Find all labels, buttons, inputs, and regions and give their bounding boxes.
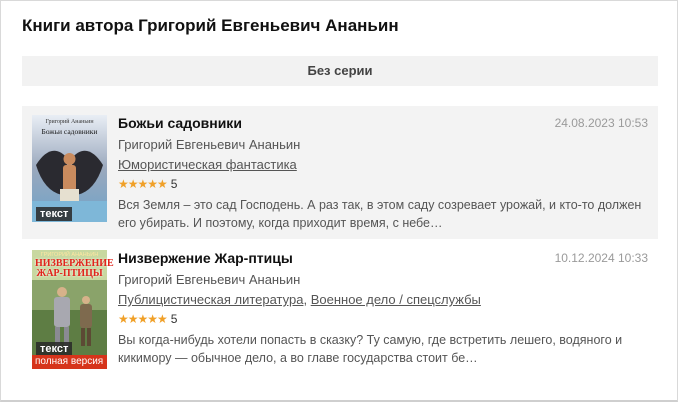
book-cover[interactable]: ГРИГОРИЙ АНАНЬИН НИЗВЕРЖЕНИЕ ЖАР-ПТИЦЫ т… xyxy=(32,250,114,369)
genre-list: Публицистическая литература, Военное дел… xyxy=(118,292,481,307)
book-card: ГРИГОРИЙ АНАНЬИН НИЗВЕРЖЕНИЕ ЖАР-ПТИЦЫ т… xyxy=(22,241,658,377)
page-frame: Книги автора Григорий Евгеньевич Ананьин… xyxy=(0,0,678,402)
book-date: 10.12.2024 10:33 xyxy=(554,251,648,265)
book-cover[interactable]: Григорий Ананьин Божьи садовники текст xyxy=(32,115,107,222)
genre-separator: , xyxy=(303,292,308,307)
book-author[interactable]: Григорий Евгеньевич Ананьин xyxy=(118,137,300,152)
rating-stars-icon: ★★★★★ xyxy=(118,312,168,326)
book-card: Григорий Ананьин Божьи садовники текст Б… xyxy=(22,106,658,239)
cover-author-line: Григорий Ананьин xyxy=(45,119,94,125)
genre-link[interactable]: Юмористическая фантастика xyxy=(118,157,297,172)
book-title-link[interactable]: Божьи садовники xyxy=(118,115,242,131)
text-format-badge: текст xyxy=(36,342,73,356)
genre-list: Юмористическая фантастика xyxy=(118,157,297,172)
rating: ★★★★★ 5 xyxy=(118,312,177,326)
book-title-link[interactable]: Низвержение Жар-птицы xyxy=(118,250,293,266)
rating-value: 5 xyxy=(170,312,178,326)
book-annotation: Вы когда-нибудь хотели попасть в сказку?… xyxy=(118,333,623,365)
rating-stars-icon: ★★★★★ xyxy=(118,177,168,191)
genre-link[interactable]: Военное дело / спецслужбы xyxy=(311,292,481,307)
cover-title-line: Божьи садовники xyxy=(41,127,98,136)
book-date: 24.08.2023 10:53 xyxy=(554,116,648,130)
book-author[interactable]: Григорий Евгеньевич Ананьин xyxy=(118,272,300,287)
cover-title-line: НИЗВЕРЖЕНИЕ ЖАР-ПТИЦЫ xyxy=(35,258,114,279)
page-title: Книги автора Григорий Евгеньевич Ананьин xyxy=(22,16,399,35)
rating: ★★★★★ 5 xyxy=(118,177,177,191)
full-version-badge: полная версия xyxy=(32,355,107,369)
genre-link[interactable]: Публицистическая литература xyxy=(118,292,303,307)
rating-value: 5 xyxy=(170,177,178,191)
series-header: Без серии xyxy=(22,56,658,86)
text-format-badge: текст xyxy=(36,207,73,221)
book-annotation: Вся Земля – это сад Господень. А раз так… xyxy=(118,198,642,230)
